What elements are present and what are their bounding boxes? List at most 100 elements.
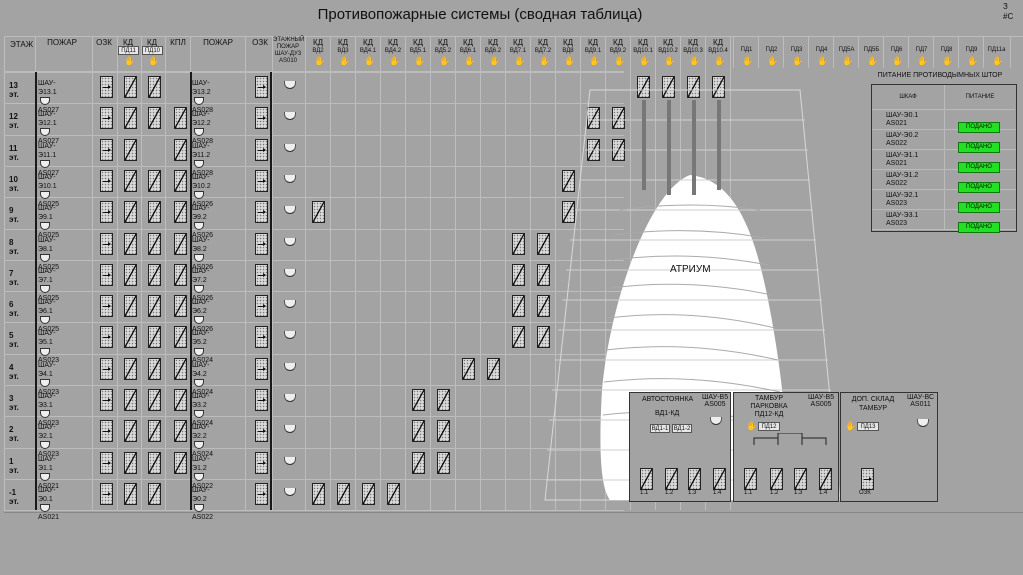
- hand-icon[interactable]: ✋: [746, 422, 757, 431]
- ozk-valve[interactable]: [100, 232, 113, 255]
- hand-icon[interactable]: ✋: [514, 57, 525, 66]
- ozk-valve-2[interactable]: [255, 107, 268, 130]
- tambur-damper-2[interactable]: [770, 468, 783, 490]
- vd-damper[interactable]: [362, 482, 375, 505]
- parking-damper-1[interactable]: [640, 468, 653, 490]
- vd-damper[interactable]: [512, 295, 525, 318]
- parking-damper-3[interactable]: [688, 468, 701, 490]
- hand-icon[interactable]: ✋: [942, 57, 953, 66]
- kd-damper[interactable]: [124, 107, 137, 130]
- ozk-valve-2[interactable]: [255, 169, 268, 192]
- ozk-valve[interactable]: [100, 76, 113, 98]
- vd-damper[interactable]: [312, 482, 325, 505]
- kd-damper[interactable]: [124, 169, 137, 192]
- kd-damper[interactable]: [124, 295, 137, 318]
- kpl-damper[interactable]: [174, 420, 187, 443]
- kd-damper[interactable]: [148, 263, 161, 286]
- vd-damper[interactable]: [512, 232, 525, 255]
- hand-icon[interactable]: ✋: [339, 57, 350, 66]
- kd-damper[interactable]: [148, 326, 161, 349]
- tambur-pd-button[interactable]: ПД12: [758, 422, 780, 431]
- tambur-damper-3[interactable]: [794, 468, 807, 490]
- hand-icon[interactable]: ✋: [148, 57, 159, 66]
- kd-damper[interactable]: [148, 201, 161, 224]
- kd-damper[interactable]: [148, 357, 161, 380]
- storage-ozk-valve[interactable]: [861, 468, 874, 490]
- kd-damper[interactable]: [124, 451, 137, 474]
- vd-damper[interactable]: [487, 357, 500, 380]
- ozk-valve-2[interactable]: [255, 420, 268, 443]
- ozk-valve-2[interactable]: [255, 295, 268, 318]
- hand-icon[interactable]: ✋: [992, 57, 1003, 66]
- kd-damper[interactable]: [124, 232, 137, 255]
- pd-left-button[interactable]: ПД11: [118, 46, 139, 55]
- ozk-valve-2[interactable]: [255, 357, 268, 380]
- parking-damper-4[interactable]: [713, 468, 726, 490]
- ozk-valve[interactable]: [100, 201, 113, 224]
- vd-damper[interactable]: [437, 420, 450, 443]
- kd-damper[interactable]: [148, 169, 161, 192]
- ozk-valve[interactable]: [100, 420, 113, 443]
- kd-damper[interactable]: [148, 420, 161, 443]
- kd-damper[interactable]: [124, 420, 137, 443]
- kd-damper[interactable]: [148, 451, 161, 474]
- kpl-damper[interactable]: [174, 451, 187, 474]
- kd-damper[interactable]: [124, 326, 137, 349]
- hand-icon[interactable]: ✋: [917, 57, 928, 66]
- ozk-valve[interactable]: [100, 263, 113, 286]
- hand-icon[interactable]: ✋: [124, 57, 135, 66]
- kpl-damper[interactable]: [174, 232, 187, 255]
- kd-damper[interactable]: [124, 263, 137, 286]
- vd-damper[interactable]: [437, 451, 450, 474]
- vd-damper[interactable]: [512, 326, 525, 349]
- kd-damper[interactable]: [148, 76, 161, 98]
- hand-icon[interactable]: ✋: [414, 57, 425, 66]
- kpl-damper[interactable]: [174, 295, 187, 318]
- ozk-valve[interactable]: [100, 451, 113, 474]
- ozk-valve-2[interactable]: [255, 232, 268, 255]
- kd-damper[interactable]: [124, 201, 137, 224]
- hand-icon[interactable]: ✋: [314, 57, 325, 66]
- ozk-valve[interactable]: [100, 482, 113, 505]
- vd-damper[interactable]: [387, 482, 400, 505]
- vd-damper[interactable]: [512, 263, 525, 286]
- vd-damper[interactable]: [462, 357, 475, 380]
- hand-icon[interactable]: ✋: [892, 57, 903, 66]
- vd-damper[interactable]: [412, 389, 425, 411]
- kpl-damper[interactable]: [174, 138, 187, 161]
- storage-pd-button[interactable]: ПД13: [857, 422, 879, 431]
- tambur-damper-4[interactable]: [819, 468, 832, 490]
- kpl-damper[interactable]: [174, 107, 187, 130]
- kpl-damper[interactable]: [174, 326, 187, 349]
- ozk-valve-2[interactable]: [255, 389, 268, 411]
- ozk-valve[interactable]: [100, 357, 113, 380]
- ozk-valve-2[interactable]: [255, 138, 268, 161]
- kd-damper[interactable]: [148, 389, 161, 411]
- kd-damper[interactable]: [124, 76, 137, 98]
- ozk-valve[interactable]: [100, 169, 113, 192]
- hand-icon[interactable]: ✋: [464, 57, 475, 66]
- ozk-valve-2[interactable]: [255, 326, 268, 349]
- kd-damper[interactable]: [148, 232, 161, 255]
- hand-icon[interactable]: ✋: [845, 422, 856, 431]
- ozk-valve[interactable]: [100, 107, 113, 130]
- hand-icon[interactable]: ✋: [489, 57, 500, 66]
- kd-damper[interactable]: [148, 482, 161, 505]
- kpl-damper[interactable]: [174, 263, 187, 286]
- vd-damper[interactable]: [312, 201, 325, 224]
- vd-damper[interactable]: [412, 451, 425, 474]
- kd-damper[interactable]: [148, 295, 161, 318]
- ozk-valve-2[interactable]: [255, 201, 268, 224]
- pd-left-button[interactable]: ПД10: [142, 46, 163, 55]
- ozk-valve[interactable]: [100, 295, 113, 318]
- hand-icon[interactable]: ✋: [439, 57, 450, 66]
- ozk-valve-2[interactable]: [255, 263, 268, 286]
- ozk-valve[interactable]: [100, 389, 113, 411]
- hand-icon[interactable]: ✋: [364, 57, 375, 66]
- kpl-damper[interactable]: [174, 201, 187, 224]
- vd-damper[interactable]: [412, 420, 425, 443]
- ozk-valve[interactable]: [100, 138, 113, 161]
- ozk-valve[interactable]: [100, 326, 113, 349]
- kd-damper[interactable]: [124, 389, 137, 411]
- parking-btn-1[interactable]: ВД1-1: [650, 424, 670, 433]
